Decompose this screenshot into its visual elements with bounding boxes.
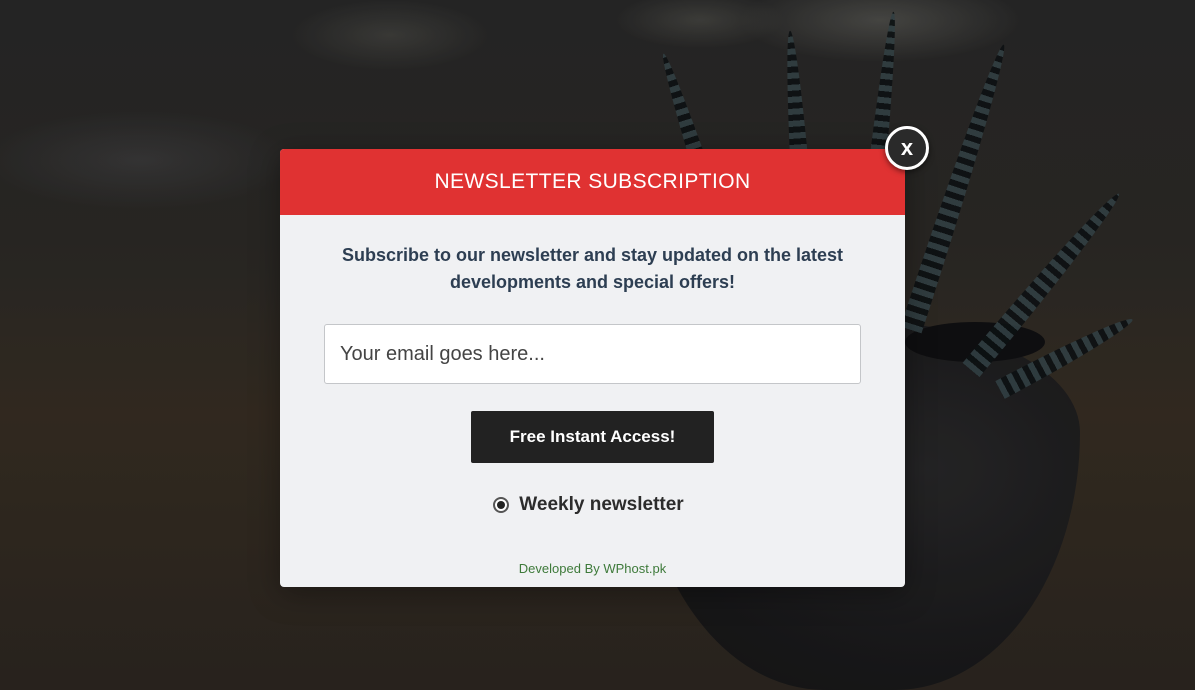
newsletter-modal: NEWSLETTER SUBSCRIPTION Subscribe to our… — [280, 149, 905, 587]
modal-header: NEWSLETTER SUBSCRIPTION — [280, 149, 905, 215]
close-icon: x — [900, 135, 914, 160]
weekly-newsletter-label[interactable]: Weekly newsletter — [519, 494, 683, 516]
radio-selected-icon[interactable] — [493, 497, 510, 513]
modal-intro-text: Subscribe to our newsletter and stay upd… — [341, 245, 844, 292]
weekly-newsletter-option[interactable]: Weekly newsletter — [280, 494, 905, 516]
email-field[interactable] — [324, 324, 861, 384]
developer-credit[interactable]: Developed By WPhost.pk — [280, 561, 905, 576]
modal-title: NEWSLETTER SUBSCRIPTION — [434, 170, 751, 193]
radio-dot — [497, 501, 506, 509]
free-instant-access-button[interactable]: Free Instant Access! — [471, 411, 714, 463]
close-button[interactable]: x — [885, 126, 929, 170]
